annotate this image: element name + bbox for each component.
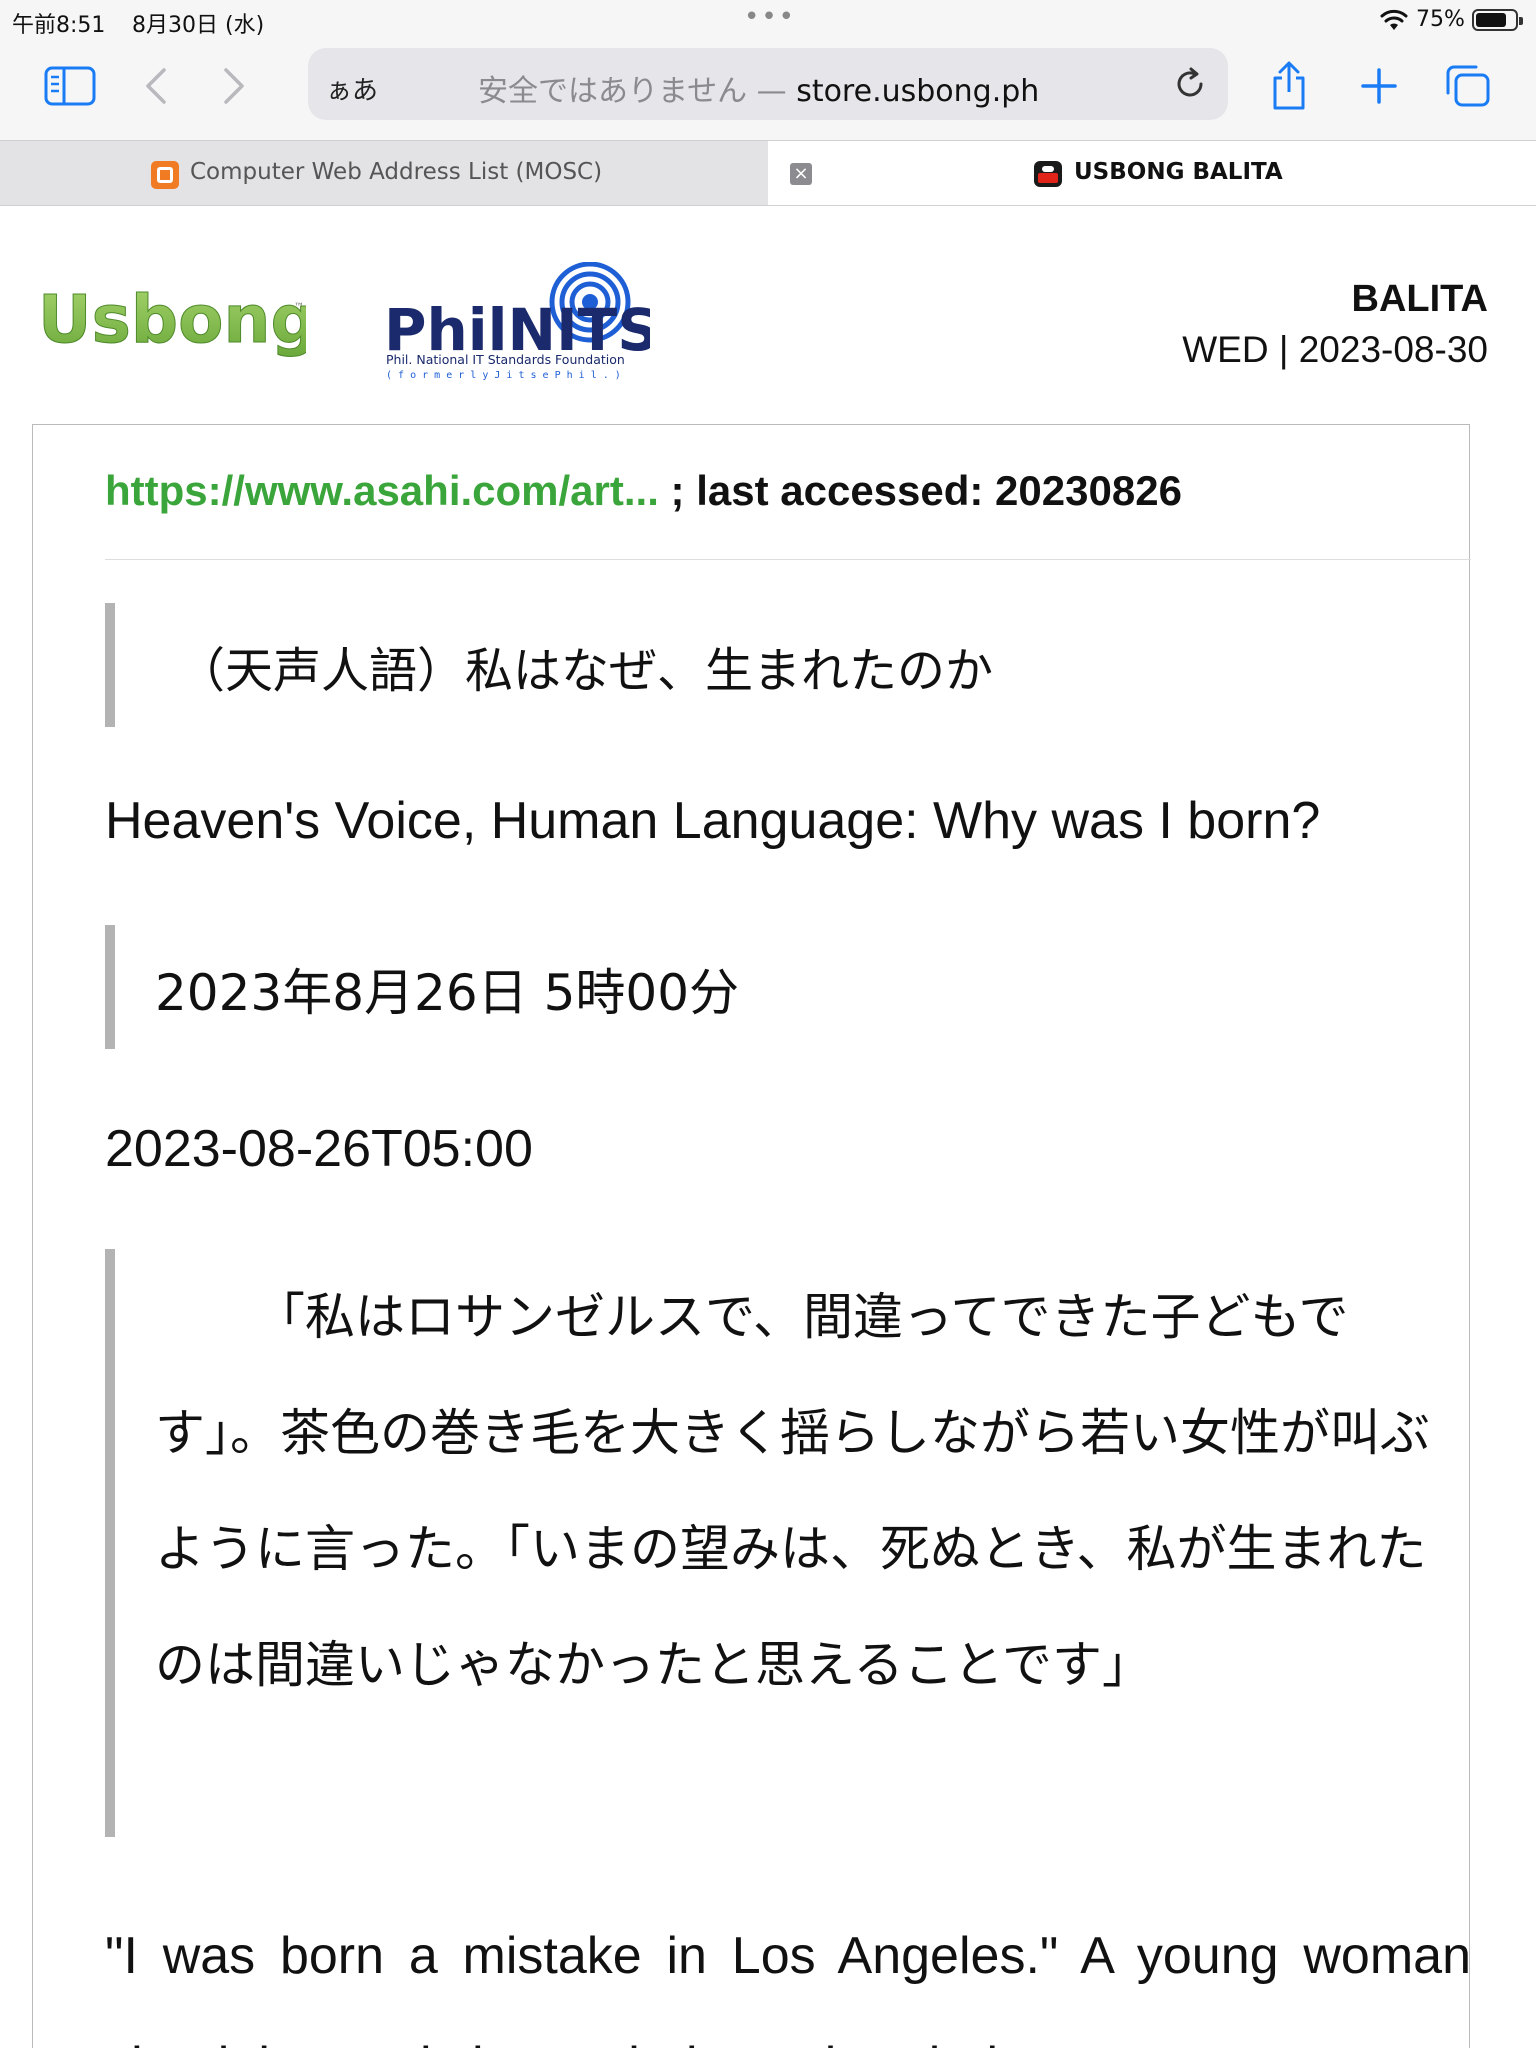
jp-title: （天声人語）私はなぜ、生まれたのか (177, 643, 994, 699)
tab-overview-button[interactable] (1440, 58, 1496, 114)
forward-button[interactable] (214, 62, 254, 110)
browser-toolbar: ぁあ 安全ではありません — store.usbong.ph (0, 40, 1536, 140)
status-time: 午前8:51 (12, 13, 106, 38)
reload-button[interactable] (1170, 64, 1210, 104)
url-host: store.usbong.ph (796, 74, 1040, 109)
battery-icon (1472, 9, 1523, 31)
trademark-mark: ™ (294, 302, 304, 313)
page-date: WED | 2023-08-30 (1182, 329, 1488, 370)
chevron-right-icon (224, 68, 244, 104)
share-button[interactable] (1262, 58, 1316, 114)
usbong-logo-text: Usbong (38, 282, 306, 358)
blockquote-jp-title: （天声人語）私はなぜ、生まれたのか (105, 603, 1425, 727)
status-bar: 午前8:51 8月30日 (水) ••• 75% (0, 0, 1536, 40)
insecure-warning: 安全ではありません — (478, 74, 797, 109)
philnits-logo[interactable]: PhilNITS Phil. National IT Standards Fou… (380, 262, 650, 390)
jp-paragraph: 「私はロサンゼルスで、間違ってできた子どもです」。茶色の巻き毛を大きく揺らしなが… (155, 1288, 1430, 1694)
back-button[interactable] (136, 62, 176, 110)
address-bar[interactable]: ぁあ 安全ではありません — store.usbong.ph (308, 48, 1228, 120)
new-tab-button[interactable] (1352, 58, 1406, 114)
usbong-favicon-icon (1034, 161, 1062, 187)
tab-title: USBONG BALITA (1074, 159, 1283, 185)
multitasking-dots[interactable]: ••• (744, 2, 796, 32)
tab-computer-web-address-list[interactable]: Computer Web Address List (MOSC) (0, 141, 768, 205)
url-display[interactable]: 安全ではありません — store.usbong.ph (478, 66, 1039, 110)
section-title: BALITA (1351, 278, 1489, 320)
blockquote-jp-timestamp: 2023年8月26日 5時00分 (105, 925, 1425, 1049)
chevron-left-icon (146, 68, 166, 104)
source-line: https://www.asahi.com/art... ; last acce… (105, 467, 1182, 515)
philnits-formerly: ( f o r m e r l y J i t s e P h i l . ) (386, 370, 621, 381)
article-box: https://www.asahi.com/art... ; last acce… (32, 424, 1471, 2048)
reload-icon (1177, 67, 1203, 97)
blockquote-jp-paragraph: 「私はロサンゼルスで、間違ってできた子どもです」。茶色の巻き毛を大きく揺らしなが… (105, 1249, 1471, 1837)
tab-close-button[interactable]: × (790, 163, 812, 185)
last-accessed: ; last accessed: 20230826 (658, 467, 1182, 514)
header-info: BALITA WED | 2023-08-30 (1182, 278, 1488, 371)
usbong-logo[interactable]: Usbong ™ (36, 282, 307, 378)
page-settings-button[interactable]: ぁあ (326, 70, 378, 107)
sidebar-icon (44, 66, 96, 106)
tab-strip: Computer Web Address List (MOSC) × USBON… (0, 140, 1536, 206)
sidebar-toggle-button[interactable] (42, 64, 98, 108)
tabs-icon (1446, 65, 1490, 107)
battery-percentage: 75% (1416, 7, 1465, 32)
share-icon (1273, 61, 1305, 110)
wifi-icon (1380, 9, 1408, 30)
status-date: 8月30日 (水) (132, 13, 265, 38)
source-link[interactable]: https://www.asahi.com/art... (105, 467, 659, 514)
close-icon: × (793, 163, 809, 184)
plus-icon (1361, 68, 1397, 104)
iso-timestamp: 2023-08-26T05:00 (105, 1120, 533, 1178)
tab-title: Computer Web Address List (MOSC) (190, 159, 603, 185)
en-paragraph: "I was born a mistake in Los Angeles." A… (105, 1927, 1471, 2048)
xampp-favicon-icon (151, 161, 179, 189)
jp-timestamp: 2023年8月26日 5時00分 (155, 964, 740, 1022)
philnits-subtitle: Phil. National IT Standards Foundation (386, 352, 625, 367)
en-title: Heaven's Voice, Human Language: Why was … (105, 792, 1321, 850)
divider (105, 559, 1471, 560)
